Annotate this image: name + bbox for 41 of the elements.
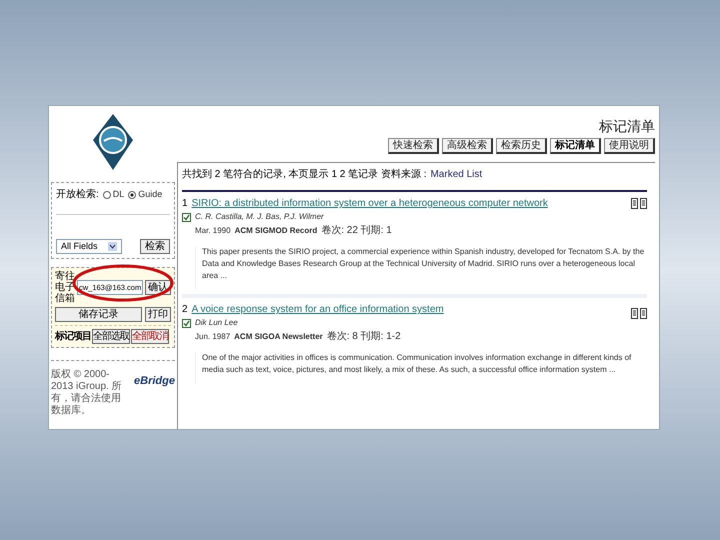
copyright-text: 版权 © 2000-2013 iGroup. 所有，请合法使用数据库。 bbox=[51, 369, 123, 417]
diamond-logo-icon bbox=[93, 114, 133, 170]
open-search-label: 开放检索: bbox=[56, 188, 99, 202]
mark-label: 标记项目 bbox=[55, 330, 91, 344]
journal-name: ACM SIGMOD Record bbox=[234, 224, 318, 236]
field-select[interactable]: All Fields bbox=[56, 239, 122, 254]
source-radio[interactable]: Guide bbox=[128, 188, 162, 202]
record-authors: Dik Lun Lee bbox=[195, 317, 238, 329]
journal-name: ACM SIGOA Newsletter bbox=[234, 330, 323, 342]
record-date: Mar. 1990 bbox=[195, 224, 231, 236]
select-all-button[interactable]: 全部选取 bbox=[92, 329, 130, 344]
print-button[interactable]: 打印 bbox=[145, 307, 171, 322]
record-title-link[interactable]: A voice response system for an office information system bbox=[192, 302, 444, 317]
nav-tab[interactable]: 使用说明 bbox=[604, 138, 655, 154]
email-label: 寄往电子信箱 bbox=[55, 271, 75, 304]
nav-tab[interactable]: 标记清单 bbox=[550, 138, 601, 154]
record-volume: 卷次: 22 刊期: 1 bbox=[321, 224, 392, 238]
record-number: 1 bbox=[182, 197, 188, 211]
nav-tab[interactable]: 高级检索 bbox=[442, 138, 493, 154]
record-abstract: One of the major activities in offices is communication. Communication involves information exchange in different kinds of media such as text, voice, pictures, and most likely, a mix of these. As such, a successful office information system ... bbox=[202, 352, 632, 376]
ebridge-logo: eBridge bbox=[134, 374, 175, 389]
record-title-link[interactable]: SIRIO: a distributed information system over a heterogeneous computer network bbox=[192, 196, 548, 211]
document-icons[interactable] bbox=[631, 308, 647, 319]
nav-tab[interactable]: 检索历史 bbox=[496, 138, 547, 154]
document-icons[interactable] bbox=[631, 198, 647, 209]
nav-tab[interactable]: 快速检索 bbox=[388, 138, 439, 154]
source-radio[interactable]: DL bbox=[102, 188, 124, 202]
clear-all-button[interactable]: 全部取消 bbox=[131, 329, 169, 344]
save-button[interactable]: 储存记录 bbox=[55, 307, 142, 322]
record-abstract: This paper presents the SIRIO project, a commercial experience within Spanish industry, developed for Tecnatom S.A. by the Data and Knowledge Bases Research Group at the Technical University of Madrid. SIRIO runs over a heterogeneous local area ... bbox=[202, 246, 646, 282]
record-number: 2 bbox=[182, 303, 188, 317]
result-summary: 共找到 2 笔符合的记录, 本页显示 1 2 笔记录 资料来源 : bbox=[182, 168, 426, 182]
marked-list-link[interactable]: Marked List bbox=[430, 167, 482, 182]
page-title: 标记清单 bbox=[599, 118, 655, 134]
record-date: Jun. 1987 bbox=[195, 330, 230, 342]
caret-icon bbox=[108, 242, 117, 251]
record-checkbox[interactable] bbox=[182, 318, 191, 328]
search-button[interactable]: 检索 bbox=[140, 239, 170, 254]
record-volume: 卷次: 8 刊期: 1-2 bbox=[326, 330, 401, 344]
record-checkbox[interactable] bbox=[182, 212, 191, 222]
record-authors: C. R. Castilla, M. J. Bas, P.J. Wilmer bbox=[195, 211, 324, 223]
